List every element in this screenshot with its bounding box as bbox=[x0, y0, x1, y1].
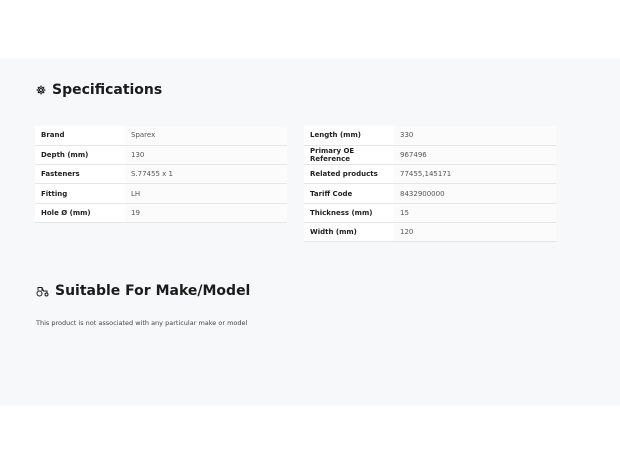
spec-value: S.77455 x 1 bbox=[125, 164, 287, 185]
spec-value: 15 bbox=[394, 203, 556, 223]
spec-label: Fasteners bbox=[35, 164, 125, 185]
suitable-note: This product is not associated with any … bbox=[36, 319, 248, 327]
specifications-table-left: Brand Sparex Depth (mm) 130 Fasteners S.77455… bbox=[35, 126, 287, 223]
spec-row: Hole Ø (mm) 19 bbox=[35, 203, 287, 223]
spec-value: 967496 bbox=[394, 145, 556, 166]
spec-row: Thickness (mm) 15 bbox=[304, 203, 556, 223]
spec-label: Length (mm) bbox=[304, 126, 394, 146]
spec-row: Tariff Code 8432900000 bbox=[304, 183, 556, 204]
spec-label: Related products bbox=[304, 164, 394, 185]
spec-label: Width (mm) bbox=[304, 222, 394, 243]
spec-value: 120 bbox=[394, 222, 556, 243]
spec-value: 130 bbox=[125, 145, 287, 166]
spec-label: Hole Ø (mm) bbox=[35, 203, 125, 223]
spec-label: Fitting bbox=[35, 183, 125, 204]
spec-label: Tariff Code bbox=[304, 183, 394, 204]
spec-label: Brand bbox=[35, 126, 125, 146]
spec-value: 330 bbox=[394, 126, 556, 146]
suitable-heading: Suitable For Make/Model bbox=[36, 283, 250, 299]
spec-row: Length (mm) 330 bbox=[304, 126, 556, 146]
spec-row: Fasteners S.77455 x 1 bbox=[35, 164, 287, 185]
spec-value: 19 bbox=[125, 203, 287, 223]
spec-row: Brand Sparex bbox=[35, 126, 287, 146]
spec-label: Thickness (mm) bbox=[304, 203, 394, 223]
spec-row: Primary OE Reference 967496 bbox=[304, 145, 556, 166]
tractor-icon bbox=[36, 286, 49, 297]
spec-label: Depth (mm) bbox=[35, 145, 125, 166]
spec-row: Related products 77455,145171 bbox=[304, 164, 556, 185]
spec-value: Sparex bbox=[125, 126, 287, 146]
spec-label: Primary OE Reference bbox=[304, 145, 394, 166]
gear-icon bbox=[36, 85, 46, 95]
specifications-title: Specifications bbox=[52, 82, 163, 98]
specifications-heading: Specifications bbox=[36, 82, 162, 98]
spec-row: Fitting LH bbox=[35, 183, 287, 204]
specifications-table-right: Length (mm) 330 Primary OE Reference 967496… bbox=[304, 126, 556, 243]
spec-value: LH bbox=[125, 183, 287, 204]
suitable-title: Suitable For Make/Model bbox=[55, 283, 251, 299]
spec-value: 8432900000 bbox=[394, 183, 556, 204]
spec-row: Width (mm) 120 bbox=[304, 222, 556, 243]
spec-row: Depth (mm) 130 bbox=[35, 145, 287, 166]
spec-value: 77455,145171 bbox=[394, 164, 556, 185]
